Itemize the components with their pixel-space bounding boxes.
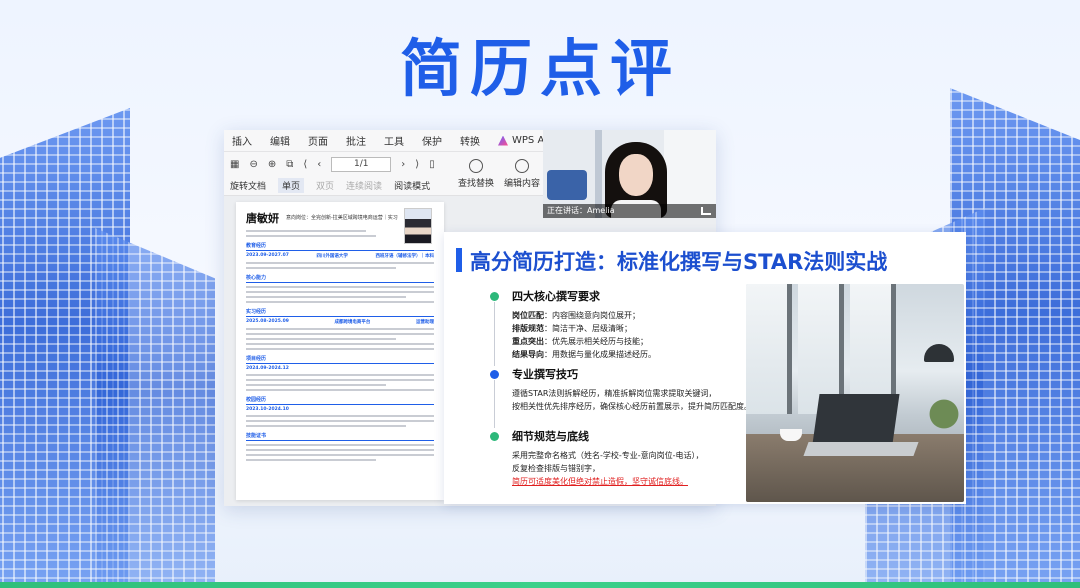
zoom-in-icon[interactable]: ⊕ <box>268 159 276 170</box>
single-page-button[interactable]: 单页 <box>278 178 305 193</box>
key-point: 细节规范与底线 采用完整命名格式（姓名-学校-专业-意向岗位-电话）， 反复检查… <box>488 428 778 488</box>
menu-protect[interactable]: 保护 <box>422 133 442 148</box>
office-laptop-photo <box>746 284 964 502</box>
resume-photo <box>404 208 432 244</box>
background-building-left <box>0 40 230 588</box>
menu-wps-ai[interactable]: WPS AI <box>498 135 547 146</box>
resume-row: 2024.09-2024.12 <box>246 366 434 371</box>
first-page-icon[interactable]: ⟨ <box>303 159 307 170</box>
zoom-out-icon[interactable]: ⊖ <box>249 159 257 170</box>
warning-line: 简历可适度美化但绝对禁止造假，坚守诚信底线。 <box>512 477 688 486</box>
screenshot-icon[interactable]: ⧉ <box>286 159 293 170</box>
key-point-title: 专业撰写技巧 <box>512 368 578 381</box>
webcam-video-tile[interactable]: 正在讲话：Amelia <box>543 130 716 218</box>
resume-section-title: 核心能力 <box>246 274 434 283</box>
resume-section-title: 实习经历 <box>246 308 434 317</box>
wps-ai-label: WPS AI <box>512 135 548 146</box>
resume-row-role: 运营助理 <box>416 320 434 325</box>
wps-ai-icon <box>498 135 508 146</box>
rotate-document-button[interactable]: 旋转文档 <box>230 179 266 192</box>
resume-row-role: 西班牙语（辅修法学）｜本科 <box>375 254 435 259</box>
bottom-accent-bar <box>0 582 1080 588</box>
resume-contact-info <box>246 230 386 237</box>
resume-row: 2025.08-2025.09 成都跨境电商平台 运营助理 <box>246 319 434 325</box>
find-replace-button[interactable]: 查找替换 <box>458 152 494 196</box>
slide-title: 高分简历打造：标准化撰写与STAR法则实战 <box>470 250 888 274</box>
key-point-line: 采用完整命名格式（姓名-学校-专业-意向岗位-电话）， <box>512 451 704 460</box>
next-page-icon[interactable]: › <box>401 159 405 170</box>
chair <box>547 170 587 200</box>
menu-page[interactable]: 页面 <box>308 133 328 148</box>
key-point-title: 四大核心撰写要求 <box>512 290 600 303</box>
bullet-dot-icon <box>490 432 499 441</box>
search-icon <box>469 159 483 173</box>
key-point: 四大核心撰写要求 岗位匹配：内容围绕意向岗位展开； 排版规范：简洁干净、层级清晰… <box>488 288 778 366</box>
resume-intent: 意向岗位：全完创新-拉美区域跨境电商运营｜实习 <box>286 215 398 221</box>
page-indicator[interactable]: 1/1 <box>331 156 392 172</box>
resume-section-title: 项目经历 <box>246 355 434 364</box>
key-point-line: 重点突出：优先展示相关经历与技能； <box>512 337 648 346</box>
read-mode-icon[interactable]: ▯ <box>429 159 435 170</box>
resume-row-date: 2023.09-2027.07 <box>246 253 289 258</box>
menu-convert[interactable]: 转换 <box>460 133 480 148</box>
speaker-label: 正在讲话：Amelia <box>543 204 716 218</box>
resume-row: 2023.10-2024.10 <box>246 407 434 412</box>
resume-row-org: 四川外国语大学 <box>316 254 348 259</box>
key-point-title: 细节规范与底线 <box>512 430 589 443</box>
page-title: 简历点评 <box>399 32 680 105</box>
edit-content-label: 编辑内容 <box>504 179 541 189</box>
resume-row: 2023.09-2027.07 四川外国语大学 西班牙语（辅修法学）｜本科 <box>246 253 434 259</box>
key-points-list: 四大核心撰写要求 岗位匹配：内容围绕意向岗位展开； 排版规范：简洁干净、层级清晰… <box>488 288 778 488</box>
menu-tools[interactable]: 工具 <box>384 133 404 148</box>
speaker-label-text: 正在讲话：Amelia <box>547 206 615 215</box>
audio-signal-icon <box>701 207 711 215</box>
title-accent-bar <box>456 248 462 272</box>
resume-section-title: 技能证书 <box>246 432 434 441</box>
last-page-icon[interactable]: ⟩ <box>415 159 419 170</box>
key-point-line: 遵循STAR法则拆解经历，精准拆解岗位需求提取关键词， <box>512 389 717 398</box>
prev-page-icon[interactable]: ‹ <box>317 159 321 170</box>
presentation-slide: 高分简历打造：标准化撰写与STAR法则实战 四大核心撰写要求 岗位匹配：内容围绕… <box>444 232 966 504</box>
resume-row-date: 2024.09-2024.12 <box>246 366 289 371</box>
resume-row-org: 成都跨境电商平台 <box>334 320 371 325</box>
edit-icon <box>515 159 530 173</box>
bullet-dot-icon <box>490 370 499 379</box>
resume-page: 唐敏妍 意向岗位：全完创新-拉美区域跨境电商运营｜实习 教育经历 2023.09… <box>236 202 444 500</box>
key-point-line: 结果导向：用数据与量化成果描述经历。 <box>512 350 656 359</box>
key-point: 专业撰写技巧 遵循STAR法则拆解经历，精准拆解岗位需求提取关键词， 按相关性优… <box>488 366 778 428</box>
key-point-line: 反复检查排版与错别字， <box>512 464 600 473</box>
layout-icon[interactable]: ▦ <box>230 159 239 170</box>
double-page-button[interactable]: 双页 <box>316 179 334 192</box>
edit-content-button[interactable]: 编辑内容 <box>504 152 540 196</box>
resume-row-date: 2023.10-2024.10 <box>246 407 289 412</box>
menu-insert[interactable]: 插入 <box>232 133 252 148</box>
key-point-line: 排版规范：简洁干净、层级清晰； <box>512 324 632 333</box>
key-point-line: 按相关性优先排序经历，确保核心经历前置展示，提升简历匹配度。 <box>512 402 752 411</box>
key-point-line: 岗位匹配：内容围绕意向岗位展开； <box>512 311 640 320</box>
resume-row-date: 2025.08-2025.09 <box>246 319 289 324</box>
resume-section-title: 校园经历 <box>246 396 434 405</box>
bullet-dot-icon <box>490 292 499 301</box>
continuous-read-button[interactable]: 连续阅读 <box>346 179 382 192</box>
menu-comment[interactable]: 批注 <box>346 133 366 148</box>
menu-edit[interactable]: 编辑 <box>270 133 290 148</box>
find-replace-label: 查找替换 <box>458 179 495 189</box>
read-mode-button[interactable]: 阅读模式 <box>394 179 430 192</box>
